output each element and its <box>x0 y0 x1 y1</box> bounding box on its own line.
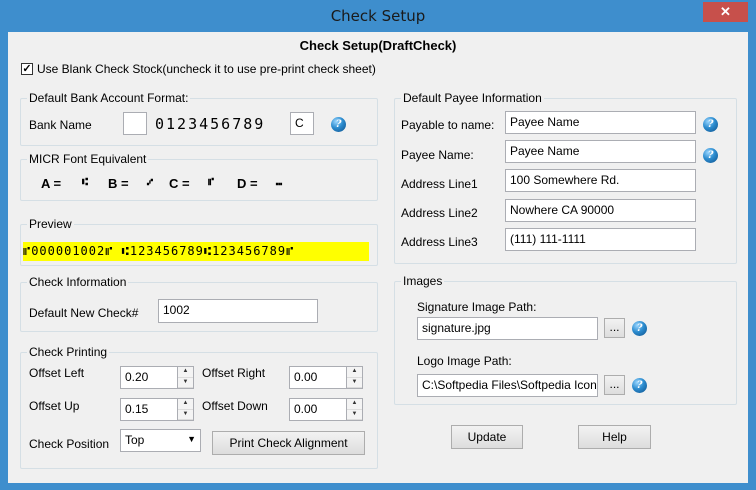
micr-font-group: MICR Font Equivalent A = ⑆ B = ⑇ C = ⑈ D… <box>20 152 378 201</box>
help-icon[interactable]: ? <box>331 117 346 132</box>
title-bar[interactable]: Check Setup ✕ <box>1 1 755 32</box>
check-setup-window: Check Setup ✕ Check Setup(DraftCheck) ✓ … <box>0 0 756 490</box>
offset-down-spin-buttons[interactable]: ▲ ▼ <box>346 399 362 420</box>
spin-down-icon[interactable]: ▼ <box>178 410 193 420</box>
preview-group: Preview ⑈000001002⑈ ⑆123456789⑆123456789… <box>20 217 378 266</box>
payee-group: Default Payee Information Payable to nam… <box>394 91 737 264</box>
page-title: Check Setup(DraftCheck) <box>299 38 457 53</box>
spin-up-icon[interactable]: ▲ <box>347 399 362 410</box>
preview-group-label: Preview <box>27 217 74 231</box>
logo-path-input[interactable]: C:\Softpedia Files\Softpedia Icon <box>417 374 598 397</box>
offset-down-label: Offset Down <box>202 399 268 413</box>
payee-name-label: Payee Name: <box>401 148 474 162</box>
bank-format-group: Default Bank Account Format: Bank Name 0… <box>20 91 378 146</box>
blank-stock-label: Use Blank Check Stock(uncheck it to use … <box>37 62 376 76</box>
spin-down-icon[interactable]: ▼ <box>178 378 193 388</box>
help-icon[interactable]: ? <box>632 378 647 393</box>
help-icon[interactable]: ? <box>703 117 718 132</box>
micr-code-input[interactable]: C <box>290 112 314 135</box>
payable-to-input[interactable]: Payee Name <box>505 111 696 134</box>
payee-name-input[interactable]: Payee Name <box>505 140 696 163</box>
print-alignment-button[interactable]: Print Check Alignment <box>212 431 365 455</box>
payee-group-label: Default Payee Information <box>401 91 544 105</box>
offset-right-spinner[interactable]: 0.00 ▲ ▼ <box>289 366 363 389</box>
offset-up-spinner[interactable]: 0.15 ▲ ▼ <box>120 398 194 421</box>
help-icon[interactable]: ? <box>703 148 718 163</box>
spin-up-icon[interactable]: ▲ <box>178 367 193 378</box>
offset-right-value: 0.00 <box>294 370 318 384</box>
offset-down-value: 0.00 <box>294 402 318 416</box>
micr-d-letter: D = <box>237 176 258 191</box>
address-line1-input[interactable]: 100 Somewhere Rd. <box>505 169 696 192</box>
check-info-group-label: Check Information <box>27 275 129 289</box>
chevron-down-icon: ▼ <box>187 434 196 444</box>
offset-down-spinner[interactable]: 0.00 ▲ ▼ <box>289 398 363 421</box>
check-position-select[interactable]: Top ▼ <box>120 429 201 452</box>
window-title: Check Setup <box>330 7 426 25</box>
spin-down-icon[interactable]: ▼ <box>347 378 362 388</box>
browse-logo-button[interactable]: ... <box>604 375 625 395</box>
check-printing-group: Check Printing Offset Left 0.20 ▲ ▼ Offse… <box>20 345 378 469</box>
micr-d-symbol: ⑉ <box>276 177 282 188</box>
micr-a-symbol: ⑆ <box>82 177 88 188</box>
check-position-label: Check Position <box>29 437 110 451</box>
images-group-label: Images <box>401 274 445 288</box>
micr-b-letter: B = <box>108 176 129 191</box>
offset-left-value: 0.20 <box>125 370 149 384</box>
spin-up-icon[interactable]: ▲ <box>347 367 362 378</box>
new-check-label: Default New Check# <box>29 306 139 320</box>
micr-b-symbol: ⑇ <box>147 177 153 188</box>
address-line2-input[interactable]: Nowhere CA 90000 <box>505 199 696 222</box>
check-printing-group-label: Check Printing <box>27 345 110 359</box>
dialog-body: Check Setup(DraftCheck) ✓ Use Blank Chec… <box>8 32 748 483</box>
offset-up-spin-buttons[interactable]: ▲ ▼ <box>177 399 193 420</box>
bank-name-input[interactable] <box>123 112 147 135</box>
offset-left-spinner[interactable]: 0.20 ▲ ▼ <box>120 366 194 389</box>
address-line3-label: Address Line3 <box>401 235 478 249</box>
check-position-value: Top <box>125 433 145 447</box>
spin-down-icon[interactable]: ▼ <box>347 410 362 420</box>
micr-font-group-label: MICR Font Equivalent <box>27 152 149 166</box>
micr-digits-sample: 0123456789 <box>155 115 266 133</box>
micr-a-letter: A = <box>41 176 62 191</box>
offset-left-spin-buttons[interactable]: ▲ ▼ <box>177 367 193 388</box>
spin-up-icon[interactable]: ▲ <box>178 399 193 410</box>
help-button[interactable]: Help <box>578 425 651 449</box>
address-line2-label: Address Line2 <box>401 206 478 220</box>
check-info-group: Check Information Default New Check# 100… <box>20 275 378 332</box>
update-button[interactable]: Update <box>451 425 523 449</box>
help-icon[interactable]: ? <box>632 321 647 336</box>
address-line3-input[interactable]: (111) 111-1111 <box>505 228 696 251</box>
new-check-input[interactable]: 1002 <box>158 299 318 323</box>
offset-right-spin-buttons[interactable]: ▲ ▼ <box>346 367 362 388</box>
blank-stock-checkbox[interactable]: ✓ <box>21 63 33 75</box>
signature-path-label: Signature Image Path: <box>417 300 537 314</box>
micr-c-letter: C = <box>169 176 190 191</box>
bank-format-group-label: Default Bank Account Format: <box>27 91 191 105</box>
micr-c-symbol: ⑈ <box>208 177 214 188</box>
signature-path-input[interactable]: signature.jpg <box>417 317 598 340</box>
close-button[interactable]: ✕ <box>703 2 748 22</box>
micr-preview-line: ⑈000001002⑈ ⑆123456789⑆123456789⑈ <box>23 242 369 261</box>
address-line1-label: Address Line1 <box>401 177 478 191</box>
offset-left-label: Offset Left <box>29 366 85 380</box>
browse-signature-button[interactable]: ... <box>604 318 625 338</box>
logo-path-label: Logo Image Path: <box>417 354 512 368</box>
offset-up-value: 0.15 <box>125 402 149 416</box>
payable-to-label: Payable to name: <box>401 118 495 132</box>
offset-right-label: Offset Right <box>202 366 266 380</box>
images-group: Images Signature Image Path: signature.j… <box>394 274 737 405</box>
bank-name-label: Bank Name <box>29 118 92 132</box>
offset-up-label: Offset Up <box>29 399 80 413</box>
